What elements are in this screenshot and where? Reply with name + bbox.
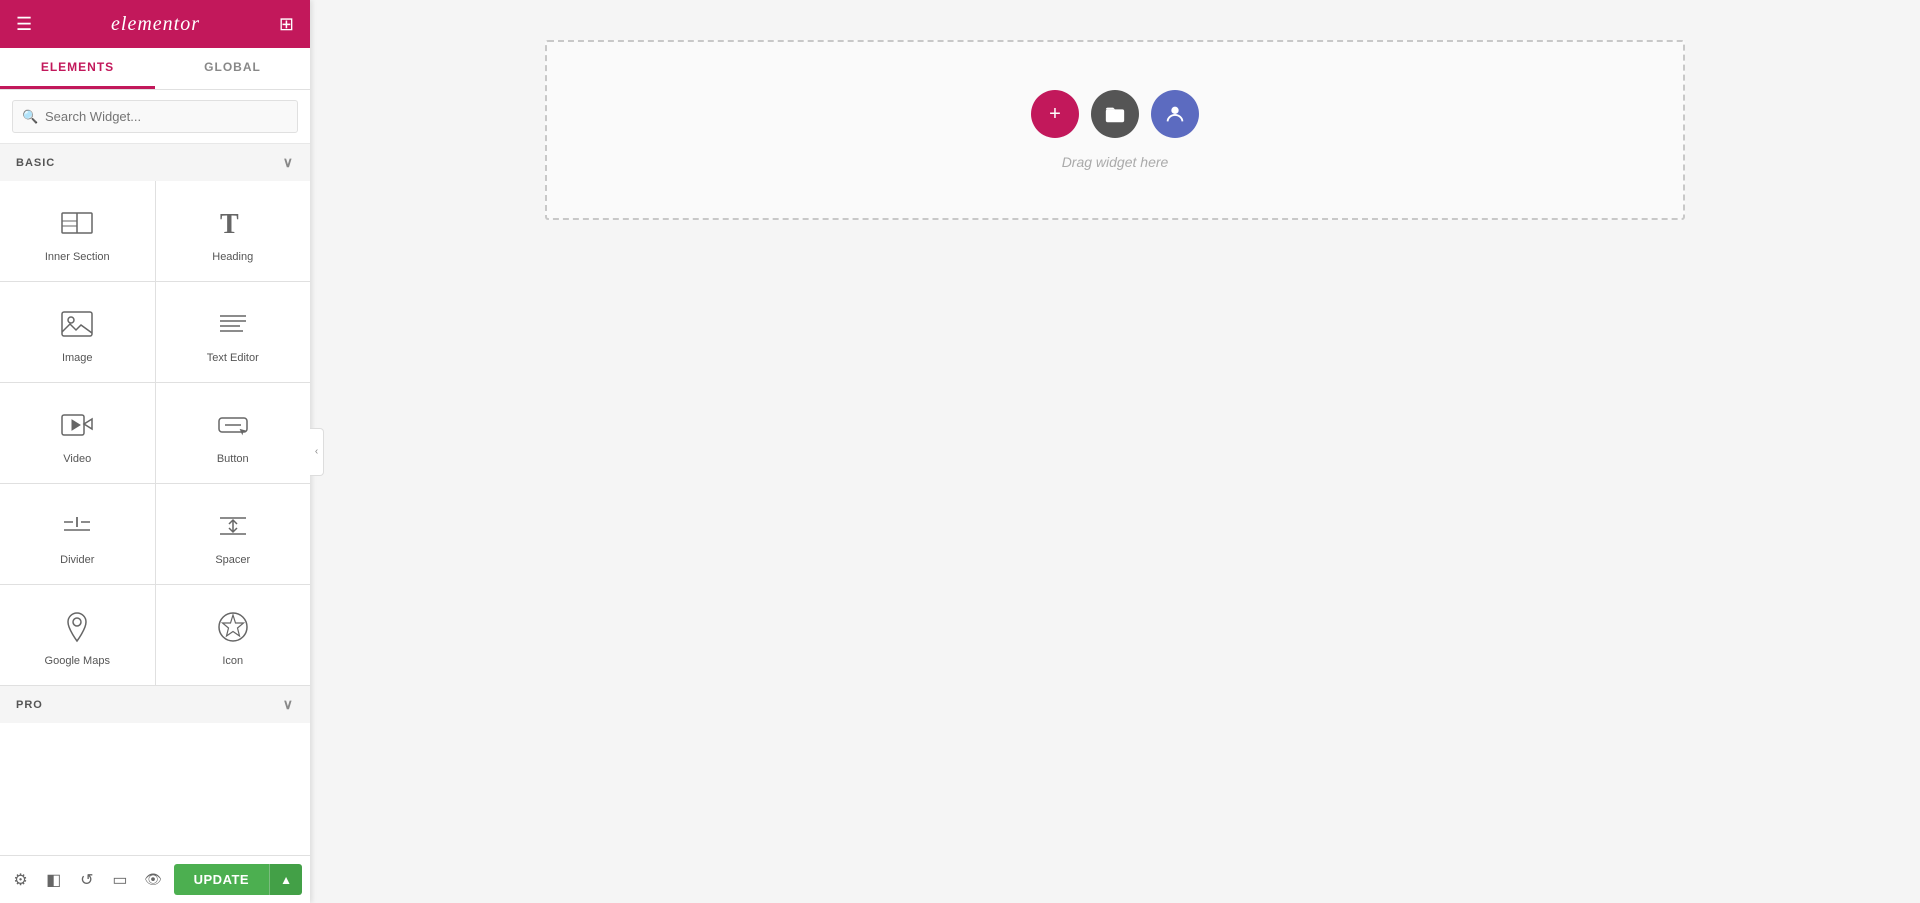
elementor-logo: elementor bbox=[111, 13, 200, 36]
widget-heading[interactable]: T Heading bbox=[156, 181, 311, 281]
widget-heading-label: Heading bbox=[212, 251, 253, 263]
layers-icon: ◧ bbox=[46, 870, 61, 890]
icon-icon bbox=[215, 607, 251, 647]
update-arrow-button[interactable]: ▲ bbox=[269, 864, 302, 895]
widget-icon[interactable]: Icon bbox=[156, 585, 311, 685]
sidebar: ☰ elementor ⊞ ELEMENTS GLOBAL 🔍 BASIC ∨ bbox=[0, 0, 310, 903]
widget-image[interactable]: Image bbox=[0, 282, 155, 382]
google-maps-icon bbox=[59, 607, 95, 647]
widget-google-maps-label: Google Maps bbox=[45, 655, 110, 667]
widget-icon-label: Icon bbox=[222, 655, 243, 667]
basic-section-chevron: ∨ bbox=[283, 154, 294, 171]
pro-section-label: PRO bbox=[16, 699, 43, 711]
drop-zone-buttons: + bbox=[1031, 90, 1199, 138]
pro-section: PRO ∨ bbox=[0, 685, 310, 723]
widget-google-maps[interactable]: Google Maps bbox=[0, 585, 155, 685]
widget-text-editor[interactable]: Text Editor bbox=[156, 282, 311, 382]
preview-button[interactable]: 👁 bbox=[141, 862, 166, 898]
inner-section-icon bbox=[59, 203, 95, 243]
update-button[interactable]: UPDATE bbox=[174, 864, 269, 895]
settings-button[interactable]: ⚙ bbox=[8, 862, 33, 898]
widget-button-label: Button bbox=[217, 453, 249, 465]
widget-image-label: Image bbox=[62, 352, 93, 364]
pro-section-chevron: ∨ bbox=[283, 696, 294, 713]
divider-icon bbox=[59, 506, 95, 546]
history-button[interactable]: ↺ bbox=[74, 862, 99, 898]
tab-elements[interactable]: ELEMENTS bbox=[0, 48, 155, 89]
widget-inner-section[interactable]: Inner Section bbox=[0, 181, 155, 281]
widget-text-editor-label: Text Editor bbox=[207, 352, 259, 364]
button-icon bbox=[215, 405, 251, 445]
history-icon: ↺ bbox=[80, 870, 93, 890]
drop-zone-text: Drag widget here bbox=[1062, 154, 1169, 170]
template-button[interactable] bbox=[1151, 90, 1199, 138]
pro-section-header[interactable]: PRO ∨ bbox=[0, 686, 310, 723]
main-canvas: + Drag widget here bbox=[310, 0, 1920, 903]
search-input[interactable] bbox=[12, 100, 298, 133]
responsive-icon: ▭ bbox=[112, 870, 127, 890]
responsive-button[interactable]: ▭ bbox=[107, 862, 132, 898]
widget-divider[interactable]: Divider bbox=[0, 484, 155, 584]
sidebar-content: BASIC ∨ Inner Section bbox=[0, 144, 310, 855]
canvas-area: + Drag widget here bbox=[545, 40, 1685, 220]
collapse-handle[interactable]: ‹ bbox=[310, 428, 324, 476]
widget-button[interactable]: Button bbox=[156, 383, 311, 483]
heading-icon: T bbox=[215, 203, 251, 243]
add-widget-button[interactable]: + bbox=[1031, 90, 1079, 138]
widget-inner-section-label: Inner Section bbox=[45, 251, 110, 263]
image-icon bbox=[59, 304, 95, 344]
update-btn-group: UPDATE ▲ bbox=[174, 864, 302, 895]
svg-text:T: T bbox=[220, 209, 239, 240]
preview-icon: 👁 bbox=[144, 871, 162, 888]
widget-grid: Inner Section T Heading bbox=[0, 181, 310, 685]
widget-spacer-label: Spacer bbox=[215, 554, 250, 566]
sidebar-header: ☰ elementor ⊞ bbox=[0, 0, 310, 48]
basic-section-label: BASIC bbox=[16, 157, 55, 169]
hamburger-icon[interactable]: ☰ bbox=[16, 14, 32, 35]
sidebar-footer: ⚙ ◧ ↺ ▭ 👁 UPDATE ▲ bbox=[0, 855, 310, 903]
library-button[interactable] bbox=[1091, 90, 1139, 138]
drop-zone[interactable]: + Drag widget here bbox=[545, 40, 1685, 220]
sidebar-tabs: ELEMENTS GLOBAL bbox=[0, 48, 310, 90]
layers-button[interactable]: ◧ bbox=[41, 862, 66, 898]
settings-icon: ⚙ bbox=[13, 870, 27, 890]
text-editor-icon bbox=[215, 304, 251, 344]
widget-spacer[interactable]: Spacer bbox=[156, 484, 311, 584]
basic-section-header[interactable]: BASIC ∨ bbox=[0, 144, 310, 181]
tab-global[interactable]: GLOBAL bbox=[155, 48, 310, 89]
search-icon: 🔍 bbox=[22, 109, 38, 125]
widget-video[interactable]: Video bbox=[0, 383, 155, 483]
search-container: 🔍 bbox=[0, 90, 310, 144]
widget-video-label: Video bbox=[63, 453, 91, 465]
video-icon bbox=[59, 405, 95, 445]
grid-icon[interactable]: ⊞ bbox=[279, 14, 294, 35]
spacer-icon bbox=[215, 506, 251, 546]
widget-divider-label: Divider bbox=[60, 554, 94, 566]
